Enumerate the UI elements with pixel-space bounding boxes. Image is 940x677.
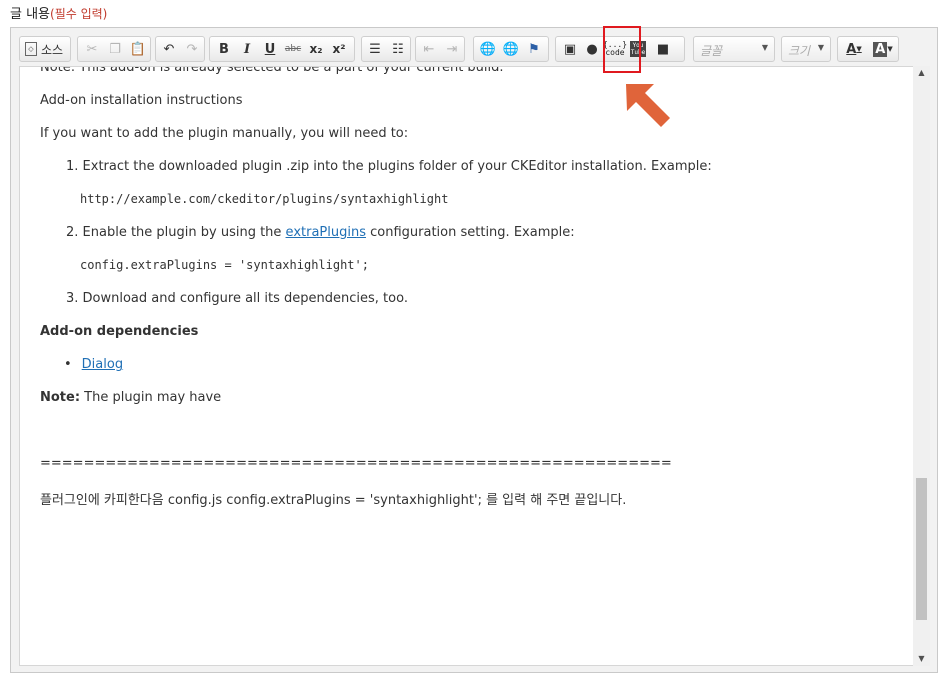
indent-icon[interactable]: ⇥ (441, 39, 463, 59)
bullet-list-icon[interactable]: ☷ (387, 39, 409, 59)
content-field-label: 글 내용(필수 입력) (10, 3, 107, 22)
map-pin-icon[interactable]: ● (581, 39, 603, 59)
scroll-down-icon[interactable]: ▼ (913, 652, 930, 666)
toolbar-group-basicstyles: B I U abc x₂ x² (209, 36, 355, 62)
pointer-arrow-icon (626, 84, 670, 127)
bullet: • (64, 357, 72, 372)
unlink-icon[interactable]: 🌐 (500, 39, 522, 59)
anchor-icon[interactable]: ⚑ (523, 39, 545, 59)
vertical-scrollbar[interactable]: ▲ ▼ (913, 66, 930, 666)
required-marker: (필수 입력) (50, 7, 108, 21)
toolbar-group-clipboard: ✂ ❐ 📋 (77, 36, 151, 62)
dep-item: • Dialog (64, 357, 123, 372)
underline-button[interactable]: U (259, 39, 281, 59)
source-button[interactable]: ◇ 소스 (22, 39, 68, 59)
strikethrough-button[interactable]: abc (282, 39, 304, 59)
superscript-button[interactable]: x² (328, 39, 350, 59)
step-1: 1. Extract the downloaded plugin .zip in… (66, 159, 712, 174)
bg-color-icon: A (873, 41, 888, 57)
outdent-icon[interactable]: ⇤ (418, 39, 440, 59)
italic-button[interactable]: I (236, 39, 258, 59)
step-2: 2. Enable the plugin by using the extraP… (66, 225, 575, 240)
scrollbar-thumb[interactable] (916, 478, 927, 620)
bg-color-button[interactable]: A ▼ (870, 39, 896, 59)
size-placeholder: 크기 (788, 44, 811, 58)
dialog-link[interactable]: Dialog (82, 357, 123, 372)
note-bottom: Note: The plugin may have (40, 390, 221, 405)
korean-instruction: 플러그인에 카피한다음 config.js config.extraPlugin… (40, 493, 627, 508)
editor-content-area[interactable]: Note: This add-on is already selected to… (19, 66, 916, 666)
chevron-down-icon: ▼ (761, 43, 768, 52)
note-top: Note: This add-on is already selected to… (40, 66, 504, 75)
font-family-select[interactable]: 글꼴 ▼ (693, 36, 775, 62)
copy-icon[interactable]: ❐ (104, 39, 126, 59)
install-heading: Add-on installation instructions (40, 93, 243, 108)
subscript-button[interactable]: x₂ (305, 39, 327, 59)
source-label: 소스 (41, 42, 64, 57)
note-label: Note: (40, 390, 81, 405)
chevron-down-icon: ▼ (817, 43, 824, 52)
video-icon[interactable]: ■ (652, 39, 674, 59)
bold-button[interactable]: B (213, 39, 235, 59)
cut-icon[interactable]: ✂ (81, 39, 103, 59)
paste-icon[interactable]: 📋 (127, 39, 149, 59)
step-2-text-end: configuration setting. Example: (365, 225, 575, 240)
note-text: The plugin may have (80, 390, 222, 405)
chevron-down-icon: ▼ (856, 45, 862, 53)
step-3: 3. Download and configure all its depend… (66, 291, 408, 306)
undo-icon[interactable]: ↶ (158, 39, 180, 59)
field-label-text: 글 내용 (10, 7, 51, 22)
code-button-highlight (603, 26, 641, 73)
extraplugins-link[interactable]: extraPlugins (286, 225, 366, 240)
text-color-icon: A (846, 41, 857, 57)
editor-toolbar: ◇ 소스 ✂ ❐ 📋 ↶ ↷ B I U abc x₂ x² ☰ ☷ ⇤ ⇥ 🌐… (19, 36, 929, 64)
image-icon[interactable]: ▣ (559, 39, 581, 59)
scroll-up-icon[interactable]: ▲ (913, 66, 930, 80)
toolbar-group-colors: A ▼ A ▼ (837, 36, 899, 62)
step-2-code: config.extraPlugins = 'syntaxhighlight'; (80, 258, 369, 272)
intro-text: If you want to add the plugin manually, … (40, 126, 409, 141)
toolbar-group-history: ↶ ↷ (155, 36, 205, 62)
toolbar-group-indent: ⇤ ⇥ (415, 36, 465, 62)
step-1-code: http://example.com/ckeditor/plugins/synt… (80, 192, 449, 206)
source-icon: ◇ (25, 42, 37, 56)
font-placeholder: 글꼴 (700, 44, 723, 58)
step-2-text: 2. Enable the plugin by using the (66, 225, 286, 240)
link-icon[interactable]: 🌐 (477, 39, 499, 59)
toolbar-group-lists: ☰ ☷ (361, 36, 411, 62)
redo-icon[interactable]: ↷ (181, 39, 203, 59)
deps-heading: Add-on dependencies (40, 324, 199, 339)
numbered-list-icon[interactable]: ☰ (364, 39, 386, 59)
text-color-button[interactable]: A ▼ (841, 39, 867, 59)
toolbar-group-source: ◇ 소스 (19, 36, 71, 62)
chevron-down-icon: ▼ (887, 45, 893, 53)
separator-line: ========================================… (40, 456, 672, 471)
toolbar-group-links: 🌐 🌐 ⚑ (473, 36, 549, 62)
font-size-select[interactable]: 크기 ▼ (781, 36, 831, 62)
